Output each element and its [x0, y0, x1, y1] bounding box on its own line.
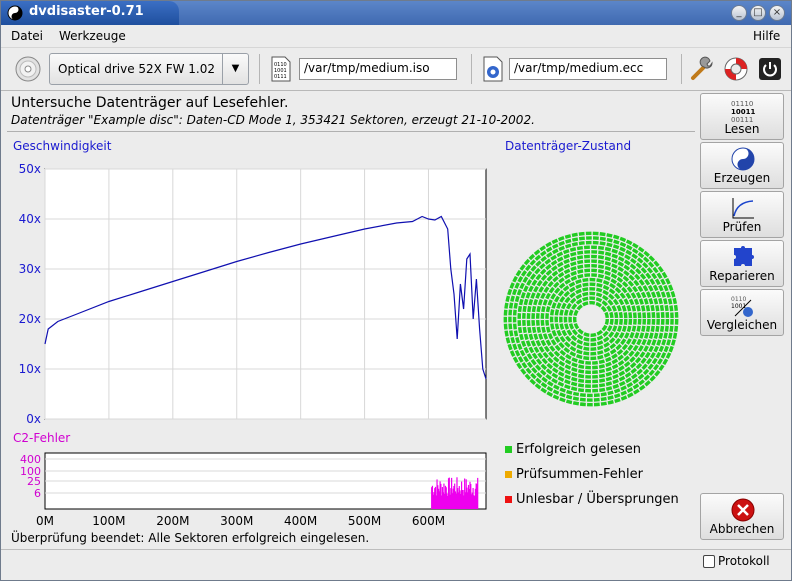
- ecc-file-field[interactable]: /var/tmp/medium.ecc: [509, 58, 667, 80]
- c2-x-tick: 500M: [348, 514, 381, 528]
- c2-x-tick: 400M: [284, 514, 317, 528]
- disc-map: [503, 231, 679, 407]
- log-icon: [703, 555, 715, 568]
- svg-text:0111: 0111: [274, 74, 287, 80]
- c2-x-tick: 200M: [156, 514, 189, 528]
- title-bar[interactable]: dvdisaster-0.71 _ □ ×: [1, 1, 791, 25]
- speed-chart-title: Geschwindigkeit: [13, 139, 112, 153]
- disc-ring: [503, 231, 679, 407]
- page-title: Untersuche Datenträger auf Lesefehler.: [11, 95, 289, 111]
- fix-label: Reparieren: [709, 269, 775, 283]
- separator: [259, 54, 260, 84]
- svg-text:0110: 0110: [731, 296, 746, 303]
- cancel-icon: [731, 498, 755, 522]
- divider: [7, 131, 695, 132]
- main-window: dvdisaster-0.71 _ □ × Datei Werkzeuge Hi…: [0, 0, 792, 581]
- read-button[interactable]: 01110 10011 00111 Lesen: [700, 93, 784, 140]
- log-button[interactable]: Protokoll: [703, 554, 770, 568]
- lifebuoy-icon[interactable]: [723, 56, 749, 82]
- c2-x-tick: 300M: [220, 514, 253, 528]
- bottom-bar: Protokoll: [1, 549, 791, 580]
- separator: [471, 54, 472, 84]
- speed-y-tick: 50x: [19, 162, 41, 176]
- speed-y-tick: 20x: [19, 312, 41, 326]
- disc-ring: [572, 300, 610, 338]
- speed-y-tick: 30x: [19, 262, 41, 276]
- sidebar: 01110 10011 00111 Lesen Erzeugen Prüfen: [697, 93, 789, 553]
- disc-ring: [522, 250, 660, 388]
- disc-chart-title: Datenträger-Zustand: [505, 139, 632, 153]
- c2-x-tick: 0M: [36, 514, 54, 528]
- window-title: dvdisaster-0.71: [29, 4, 144, 19]
- cancel-label: Abbrechen: [709, 522, 775, 536]
- scan-button[interactable]: Prüfen: [700, 191, 784, 238]
- binary-icon: 01110 10011 00111: [731, 100, 755, 122]
- c2-x-tick: 600M: [412, 514, 445, 528]
- image-file-icon[interactable]: 0110 1001 0111: [269, 56, 293, 82]
- disc-ring: [549, 277, 633, 361]
- menu-bar: Datei Werkzeuge Hilfe: [1, 25, 791, 47]
- legend-unreadable: Unlesbar / Übersprungen: [505, 492, 679, 507]
- drive-select[interactable]: Optical drive 52X FW 1.02 ▼: [49, 53, 249, 85]
- speed-y-tick: 0x: [26, 412, 41, 425]
- scan-label: Prüfen: [722, 220, 762, 234]
- read-label: Lesen: [724, 122, 760, 136]
- power-icon[interactable]: [757, 56, 783, 82]
- legend-checksum-error: Prüfsummen-Fehler: [505, 467, 643, 482]
- close-button[interactable]: ×: [769, 5, 785, 21]
- c2-chart-title: C2-Fehler: [13, 431, 71, 445]
- disc-ring: [535, 263, 647, 375]
- curve-icon: [732, 198, 754, 219]
- cd-icon: [15, 56, 41, 82]
- yin-yang-icon: [7, 5, 23, 21]
- status-text: Überprüfung beendet: Alle Sektoren erfol…: [11, 531, 370, 545]
- compare-button[interactable]: 0110 1001 Vergleichen: [700, 289, 784, 336]
- c2-chart: 4001002560M 100M 200M 300M 400M 500M 600M: [20, 452, 487, 528]
- speed-y-tick: 10x: [19, 362, 41, 376]
- chevron-down-icon[interactable]: ▼: [222, 54, 248, 84]
- menu-file[interactable]: Datei: [11, 29, 43, 43]
- ecc-file-icon[interactable]: [481, 56, 505, 82]
- c2-y-tick: 6: [34, 487, 41, 500]
- minimize-button[interactable]: _: [731, 5, 747, 21]
- compare-label: Vergleichen: [706, 318, 778, 332]
- speed-chart: 50x 40x 30x 20x 10x 0x: [19, 162, 487, 425]
- svg-text:10011: 10011: [731, 108, 755, 116]
- title-tab: dvdisaster-0.71: [1, 1, 179, 25]
- maximize-button[interactable]: □: [750, 5, 766, 21]
- fix-button[interactable]: Reparieren: [700, 240, 784, 287]
- c2-x-tick: 100M: [92, 514, 125, 528]
- drive-label: Optical drive 52X FW 1.02: [58, 62, 215, 76]
- cancel-button[interactable]: Abbrechen: [700, 493, 784, 540]
- svg-text:01110: 01110: [731, 100, 753, 108]
- puzzle-icon: [734, 246, 754, 266]
- yin-yang-icon: [731, 147, 755, 171]
- wrench-icon[interactable]: [689, 56, 715, 82]
- separator: [681, 54, 682, 84]
- compare-icon: 0110 1001: [731, 296, 753, 317]
- log-label: Protokoll: [718, 554, 770, 568]
- disc-info: Datenträger "Example disc": Daten-CD Mod…: [11, 113, 535, 127]
- toolbar: Optical drive 52X FW 1.02 ▼ 0110 1001 01…: [1, 47, 791, 91]
- create-label: Erzeugen: [713, 171, 771, 185]
- speed-y-tick: 40x: [19, 212, 41, 226]
- create-button[interactable]: Erzeugen: [700, 142, 784, 189]
- menu-help[interactable]: Hilfe: [753, 29, 780, 43]
- legend-read-ok: Erfolgreich gelesen: [505, 442, 641, 457]
- image-file-field[interactable]: /var/tmp/medium.iso: [299, 58, 457, 80]
- menu-tools[interactable]: Werkzeuge: [59, 29, 126, 43]
